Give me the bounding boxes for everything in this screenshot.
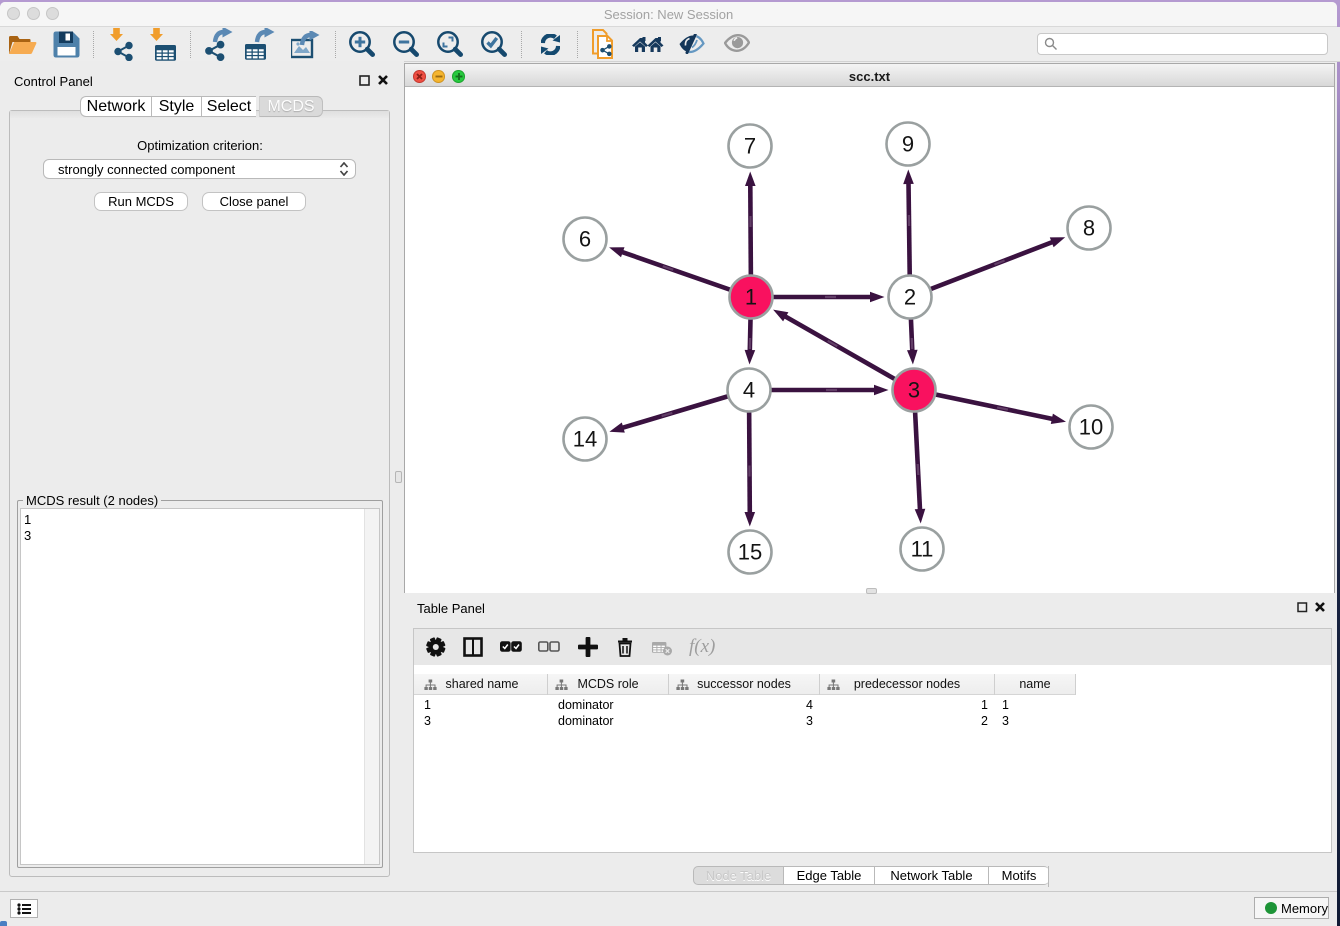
svg-text:11: 11: [911, 537, 934, 562]
svg-text:10: 10: [1079, 415, 1103, 440]
svg-text:1: 1: [745, 285, 757, 310]
svg-text:6: 6: [579, 227, 591, 252]
svg-text:15: 15: [738, 540, 762, 565]
svg-text:4: 4: [743, 378, 755, 403]
svg-text:2: 2: [904, 285, 916, 310]
svg-text:8: 8: [1083, 216, 1095, 241]
svg-text:3: 3: [908, 378, 920, 403]
svg-text:14: 14: [573, 427, 597, 452]
svg-text:9: 9: [902, 132, 914, 157]
svg-text:7: 7: [744, 134, 756, 159]
